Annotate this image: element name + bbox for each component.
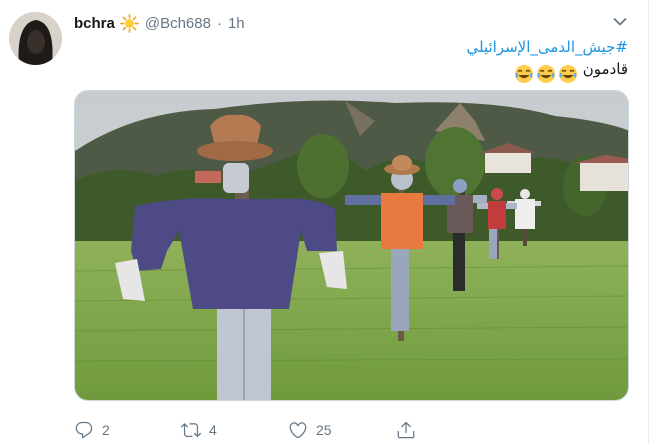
share-button[interactable] (396, 420, 416, 440)
retweet-count: 4 (209, 422, 217, 438)
laughing-emoji-group (513, 62, 579, 84)
tweet-text: #جيش_الدمى_الإسرائيلي قادمون (88, 36, 628, 84)
sun-icon (119, 13, 139, 33)
hashtag-link[interactable]: #جيش_الدمى_الإسرائيلي (88, 36, 628, 58)
retweet-icon (181, 420, 201, 440)
tears-of-joy-icon (514, 64, 534, 84)
retweet-button[interactable]: 4 (181, 420, 217, 440)
separator-dot: · (216, 14, 222, 32)
like-button[interactable]: 25 (288, 420, 332, 440)
timestamp[interactable]: 1h (228, 15, 245, 32)
reply-button[interactable]: 2 (74, 420, 110, 440)
like-count: 25 (316, 422, 332, 438)
heart-icon (288, 420, 308, 440)
more-options-button[interactable] (609, 13, 631, 33)
tweet-text-word: قادمون (582, 60, 628, 78)
display-name[interactable]: bchra (74, 15, 115, 32)
tweet-text-line: قادمون (88, 58, 628, 84)
tears-of-joy-icon (558, 64, 578, 84)
avatar[interactable] (9, 12, 62, 65)
chevron-down-icon (613, 14, 627, 32)
user-handle[interactable]: @Bch688 (145, 15, 211, 32)
share-icon (396, 420, 416, 440)
reply-icon (74, 420, 94, 440)
tears-of-joy-icon (536, 64, 556, 84)
tweet-photo[interactable] (74, 90, 629, 401)
tweet-card[interactable]: bchra @Bch688 · 1h #جيش_الدمى_الإسرائيلي… (0, 0, 649, 444)
reply-count: 2 (102, 422, 110, 438)
tweet-header: bchra @Bch688 · 1h (74, 12, 245, 34)
